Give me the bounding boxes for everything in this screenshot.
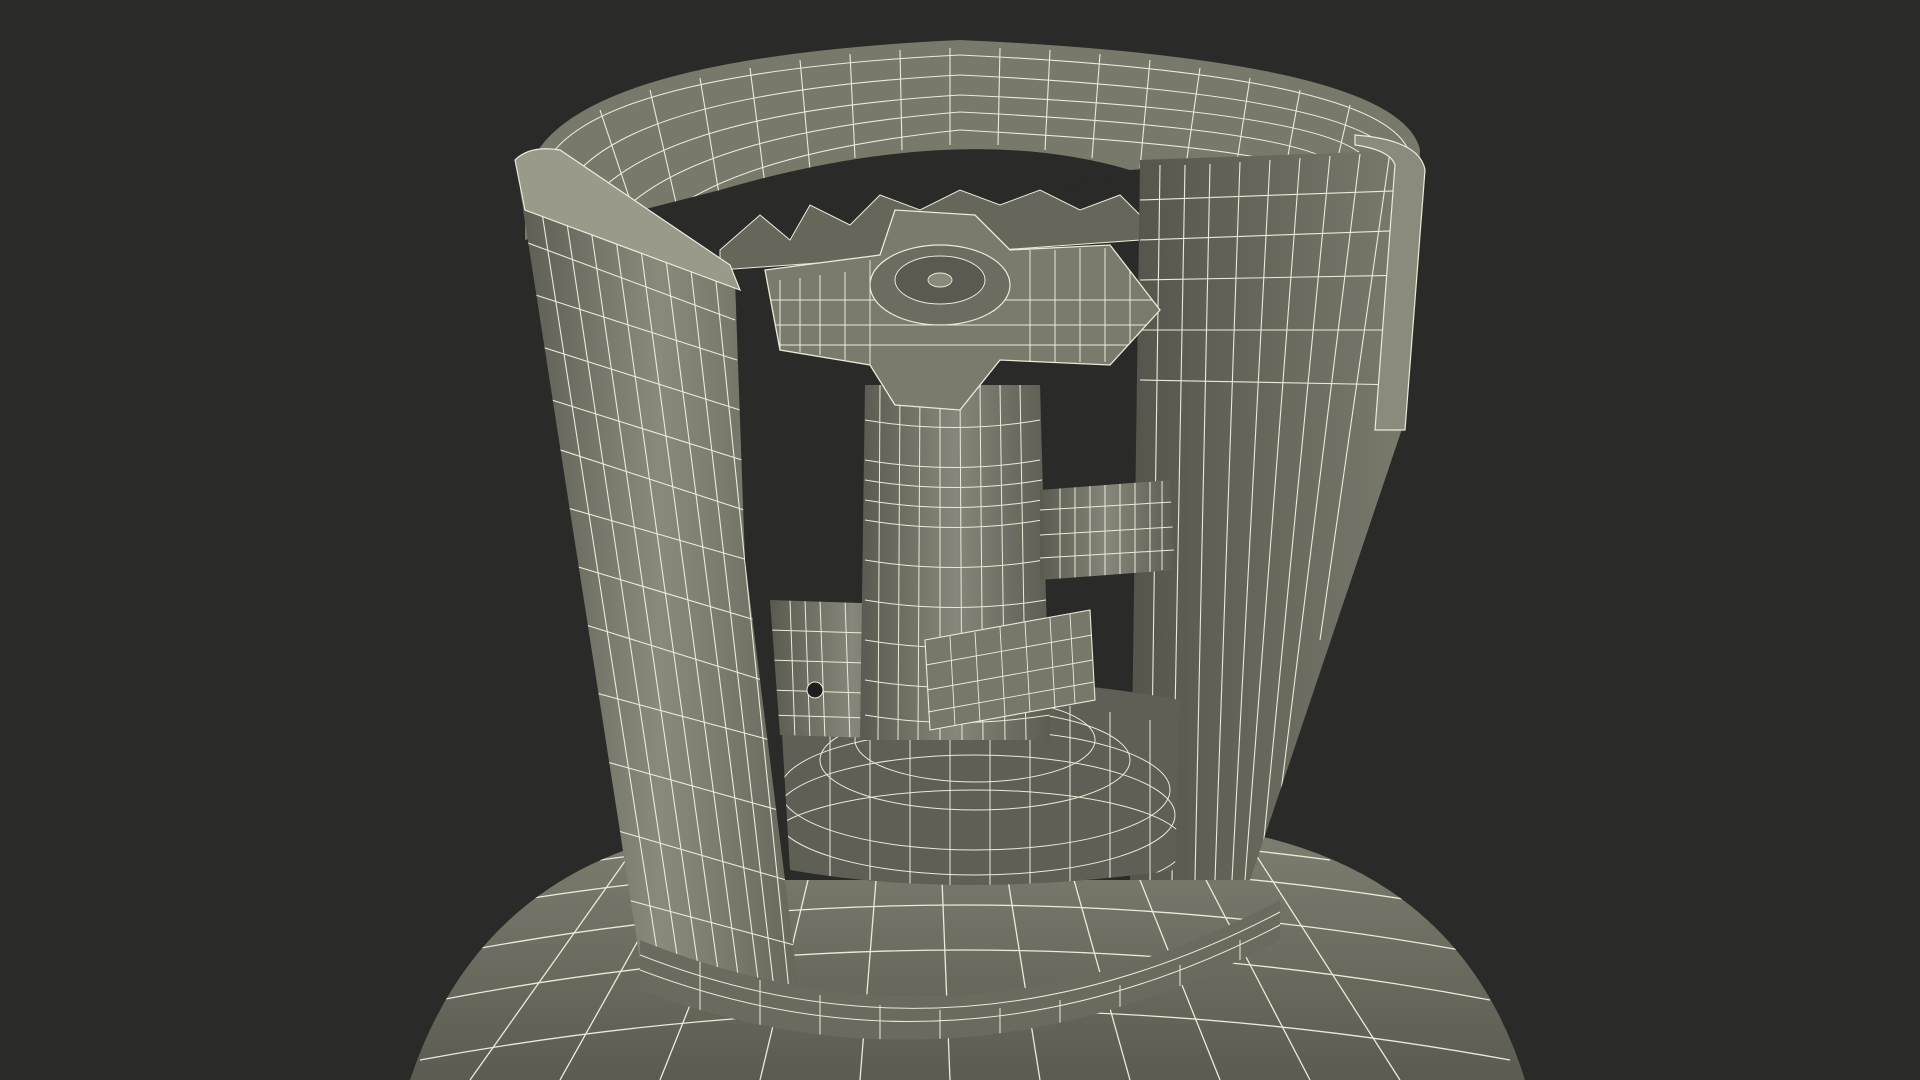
handwheel-screw xyxy=(927,272,953,288)
plug-hole xyxy=(806,681,824,699)
wireframe-render xyxy=(0,0,1920,1080)
